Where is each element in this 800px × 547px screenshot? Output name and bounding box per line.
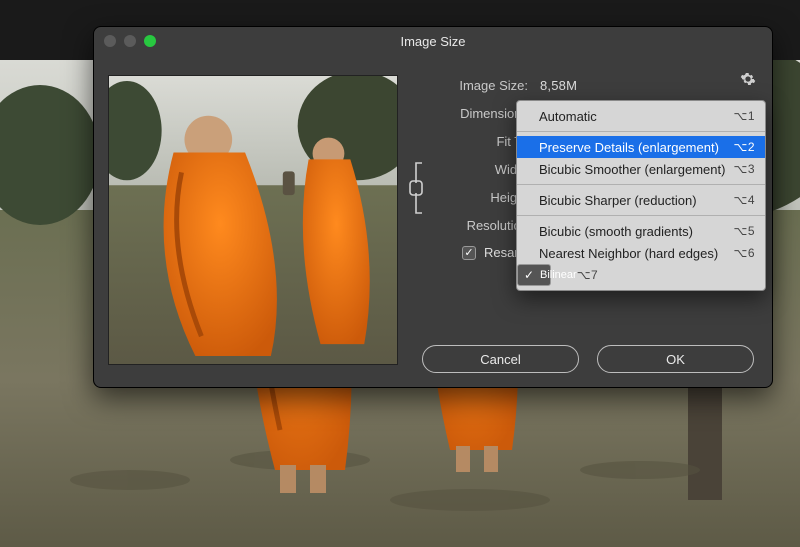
menu-item-label: Bicubic Sharper (reduction)	[539, 193, 697, 208]
resolution-label: Resolution	[414, 218, 532, 233]
minimize-icon[interactable]	[124, 35, 136, 47]
menu-item-shortcut: ⌥5	[733, 224, 755, 238]
ok-button[interactable]: OK	[597, 345, 754, 373]
menu-item-shortcut: ⌥7	[577, 268, 599, 282]
ok-button-label: OK	[666, 352, 685, 367]
gear-icon[interactable]	[738, 69, 758, 89]
menu-item-bilinear[interactable]: Bilinear ⌥7	[517, 264, 551, 286]
dialog-title: Image Size	[400, 34, 465, 49]
fit-to-label: Fit To	[414, 134, 532, 149]
image-size-label: Image Size:	[414, 78, 532, 93]
menu-item-label: Bilinear	[540, 269, 577, 281]
width-label: Width	[414, 162, 532, 177]
menu-item-nearest-neighbor[interactable]: Nearest Neighbor (hard edges) ⌥6	[517, 242, 765, 264]
dimensions-label: Dimensions	[414, 106, 532, 121]
cancel-button-label: Cancel	[480, 352, 520, 367]
cancel-button[interactable]: Cancel	[422, 345, 579, 373]
menu-item-label: Automatic	[539, 109, 597, 124]
menu-separator	[517, 184, 765, 185]
window-controls	[104, 35, 156, 47]
menu-item-bicubic-sharper[interactable]: Bicubic Sharper (reduction) ⌥4	[517, 189, 765, 211]
height-label: Height	[414, 190, 532, 205]
image-preview[interactable]	[108, 75, 398, 365]
dialog-buttons: Cancel OK	[422, 345, 754, 373]
menu-item-shortcut: ⌥4	[733, 193, 755, 207]
menu-item-label: Bicubic (smooth gradients)	[539, 224, 693, 239]
menu-item-bicubic-smoother[interactable]: Bicubic Smoother (enlargement) ⌥3	[517, 158, 765, 180]
menu-item-shortcut: ⌥6	[733, 246, 755, 260]
image-size-value: 8,58M	[532, 78, 577, 93]
menu-separator	[517, 215, 765, 216]
resample-menu: Automatic ⌥1 Preserve Details (enlargeme…	[516, 100, 766, 291]
close-icon[interactable]	[104, 35, 116, 47]
menu-item-shortcut: ⌥3	[733, 162, 755, 176]
resample-checkbox[interactable]: ✓	[462, 246, 476, 260]
menu-item-preserve-details[interactable]: Preserve Details (enlargement) ⌥2	[517, 136, 765, 158]
menu-item-label: Nearest Neighbor (hard edges)	[539, 246, 718, 261]
menu-item-automatic[interactable]: Automatic ⌥1	[517, 105, 765, 127]
dialog-titlebar[interactable]: Image Size	[94, 27, 772, 55]
menu-item-label: Preserve Details (enlargement)	[539, 140, 719, 155]
menu-item-shortcut: ⌥2	[733, 140, 755, 154]
menu-item-label: Bicubic Smoother (enlargement)	[539, 162, 725, 177]
menu-item-shortcut: ⌥1	[733, 109, 755, 123]
zoom-icon[interactable]	[144, 35, 156, 47]
menu-separator	[517, 131, 765, 132]
menu-item-bicubic[interactable]: Bicubic (smooth gradients) ⌥5	[517, 220, 765, 242]
link-dimensions-icon[interactable]	[404, 159, 430, 217]
